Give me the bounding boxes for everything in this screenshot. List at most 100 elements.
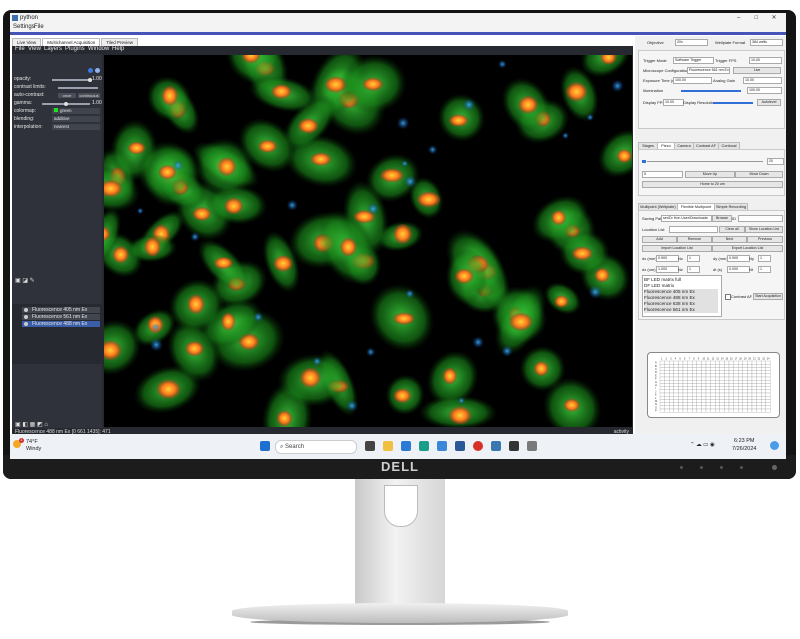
piezo-value-input[interactable]: 20 bbox=[767, 158, 784, 165]
well-cell[interactable] bbox=[733, 364, 739, 368]
well-cell[interactable] bbox=[719, 402, 725, 406]
well-cell[interactable] bbox=[701, 392, 707, 397]
well-cell[interactable] bbox=[710, 360, 716, 365]
well-cell[interactable] bbox=[719, 370, 725, 374]
well-cell[interactable] bbox=[710, 380, 716, 384]
well-cell[interactable] bbox=[701, 399, 707, 403]
well-cell[interactable] bbox=[659, 373, 665, 378]
objective-select[interactable]: 20x bbox=[675, 39, 708, 46]
well-cell[interactable] bbox=[742, 364, 748, 368]
well-cell[interactable] bbox=[765, 364, 771, 368]
layer-tool-icons[interactable]: ▣ ◪ ✎ bbox=[15, 277, 35, 284]
well-cell[interactable] bbox=[761, 367, 766, 371]
well-cell[interactable] bbox=[724, 402, 730, 406]
well-cell[interactable] bbox=[659, 396, 665, 400]
menu-settings[interactable]: Settings bbox=[13, 24, 35, 30]
well-cell[interactable] bbox=[719, 386, 725, 390]
minimize-button[interactable]: – bbox=[731, 15, 747, 21]
well-cell[interactable] bbox=[742, 389, 748, 394]
start-acquisition-button[interactable]: Start Acquisition bbox=[753, 293, 783, 300]
well-cell[interactable] bbox=[733, 408, 739, 413]
well-cell[interactable] bbox=[669, 405, 674, 410]
well-cell[interactable] bbox=[705, 402, 711, 406]
well-cell[interactable] bbox=[678, 399, 684, 403]
well-cell[interactable] bbox=[701, 370, 707, 374]
well-cell[interactable] bbox=[687, 389, 693, 394]
well-cell[interactable] bbox=[692, 376, 697, 381]
well-cell[interactable] bbox=[765, 367, 771, 371]
well-cell[interactable] bbox=[765, 405, 771, 410]
well-cell[interactable] bbox=[747, 360, 753, 365]
well-cell[interactable] bbox=[673, 383, 679, 387]
well-cell[interactable] bbox=[659, 399, 665, 403]
maximize-button[interactable]: □ bbox=[748, 15, 764, 21]
well-cell[interactable] bbox=[747, 373, 753, 378]
well-cell[interactable] bbox=[742, 386, 748, 390]
well-cell[interactable] bbox=[715, 367, 720, 371]
well-cell[interactable] bbox=[733, 396, 739, 400]
settings-icon[interactable] bbox=[95, 68, 100, 73]
search-box[interactable]: ⌕ Search bbox=[275, 440, 357, 454]
well-cell[interactable] bbox=[682, 392, 688, 397]
well-cell[interactable] bbox=[756, 402, 762, 406]
well-cell[interactable] bbox=[761, 373, 766, 378]
well-cell[interactable] bbox=[751, 399, 757, 403]
well-cell[interactable] bbox=[678, 402, 684, 406]
well-cell[interactable] bbox=[765, 392, 771, 397]
well-cell[interactable] bbox=[724, 396, 730, 400]
well-cell[interactable] bbox=[728, 396, 734, 400]
well-cell[interactable] bbox=[733, 383, 739, 387]
well-cell[interactable] bbox=[705, 405, 711, 410]
well-cell[interactable] bbox=[669, 396, 674, 400]
contrast-slider[interactable] bbox=[58, 87, 98, 89]
display-fps-input[interactable]: 10.00 bbox=[663, 99, 684, 106]
well-cell[interactable] bbox=[761, 396, 766, 400]
illumination-slider[interactable] bbox=[681, 90, 741, 92]
well-cell[interactable] bbox=[696, 376, 702, 381]
well-cell[interactable] bbox=[751, 405, 757, 410]
well-cell[interactable] bbox=[765, 402, 771, 406]
well-cell[interactable] bbox=[705, 392, 711, 397]
well-cell[interactable] bbox=[756, 376, 762, 381]
well-cell[interactable] bbox=[765, 389, 771, 394]
location-list-select[interactable] bbox=[669, 226, 718, 233]
well-cell[interactable] bbox=[664, 373, 670, 378]
well-cell[interactable] bbox=[765, 396, 771, 400]
well-cell[interactable] bbox=[724, 408, 730, 413]
well-cell[interactable] bbox=[756, 373, 762, 378]
well-cell[interactable] bbox=[710, 367, 716, 371]
well-cell[interactable] bbox=[701, 367, 707, 371]
well-cell[interactable] bbox=[733, 386, 739, 390]
well-cell[interactable] bbox=[761, 380, 766, 384]
well-cell[interactable] bbox=[682, 402, 688, 406]
well-cell[interactable] bbox=[669, 364, 674, 368]
well-cell[interactable] bbox=[765, 360, 771, 365]
well-cell[interactable] bbox=[747, 364, 753, 368]
well-cell[interactable] bbox=[678, 389, 684, 394]
well-cell[interactable] bbox=[756, 408, 762, 413]
layer-item[interactable]: Fluorescence 405 nm Ex bbox=[22, 307, 100, 313]
well-cell[interactable] bbox=[673, 389, 679, 394]
well-cell[interactable] bbox=[669, 408, 674, 413]
auto-contrast-once-button[interactable]: once bbox=[58, 93, 76, 98]
well-cell[interactable] bbox=[715, 380, 720, 384]
well-cell[interactable] bbox=[761, 408, 766, 413]
well-cell[interactable] bbox=[728, 386, 734, 390]
well-cell[interactable] bbox=[751, 360, 757, 365]
well-cell[interactable] bbox=[678, 380, 684, 384]
well-cell[interactable] bbox=[692, 402, 697, 406]
well-cell[interactable] bbox=[664, 405, 670, 410]
well-cell[interactable] bbox=[733, 376, 739, 381]
well-cell[interactable] bbox=[701, 405, 707, 410]
well-cell[interactable] bbox=[710, 405, 716, 410]
trigger-fps-input[interactable]: 10.00 bbox=[749, 57, 782, 64]
well-cell[interactable] bbox=[705, 376, 711, 381]
well-cell[interactable] bbox=[659, 383, 665, 387]
well-cell[interactable] bbox=[664, 389, 670, 394]
well-cell[interactable] bbox=[715, 386, 720, 390]
well-cell[interactable] bbox=[756, 360, 762, 365]
well-cell[interactable] bbox=[719, 389, 725, 394]
well-cell[interactable] bbox=[742, 392, 748, 397]
well-cell[interactable] bbox=[659, 376, 665, 381]
well-cell[interactable] bbox=[761, 405, 766, 410]
